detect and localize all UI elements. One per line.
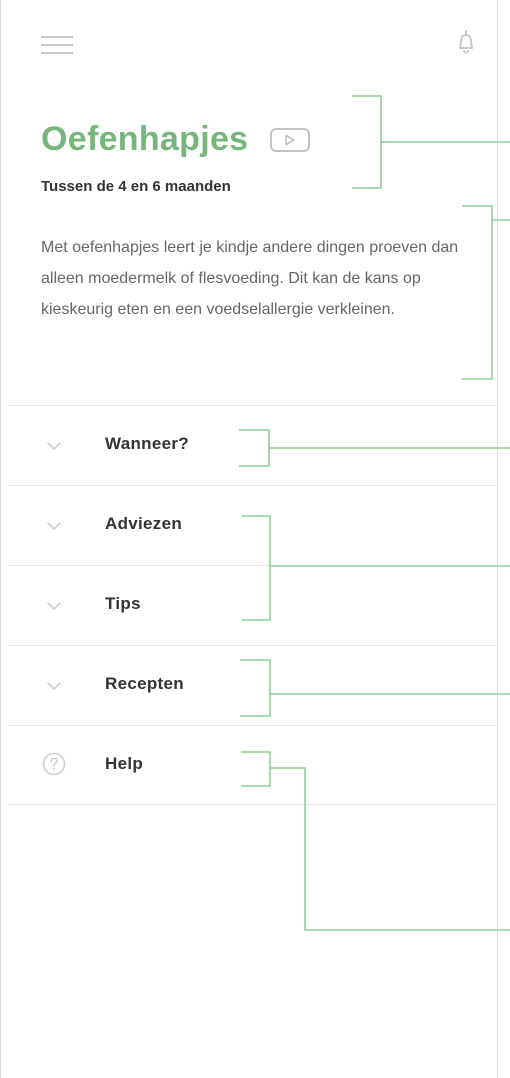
- play-video-button[interactable]: [270, 127, 311, 152]
- chevron-down-icon: [47, 442, 61, 450]
- accordion-label: Tips: [105, 594, 141, 613]
- title-row: Oefenhapjes: [41, 120, 311, 159]
- page-subtitle: Tussen de 4 en 6 maanden: [41, 178, 231, 195]
- app-screen: Oefenhapjes Tussen de 4 en 6 maanden Met…: [0, 0, 499, 1078]
- accordion-item-tips[interactable]: Tips: [9, 565, 499, 645]
- intro-text: Met oefenhapjes leert je kindje andere d…: [41, 239, 459, 318]
- help-icon: [42, 752, 66, 776]
- accordion-item-adviezen[interactable]: Adviezen: [9, 485, 499, 565]
- chevron-down-icon: [47, 602, 61, 610]
- accordion-label: Recepten: [105, 674, 184, 693]
- hamburger-icon[interactable]: [41, 36, 73, 56]
- chevron-down-icon: [47, 682, 61, 690]
- play-icon: [285, 134, 296, 145]
- accordion-item-recepten[interactable]: Recepten: [9, 645, 499, 725]
- accordion-label: Help: [105, 754, 144, 773]
- bell-icon[interactable]: [454, 28, 478, 58]
- accordion-menu: Wanneer? Adviezen Tips Recepten Help: [9, 405, 499, 805]
- chevron-down-icon: [47, 522, 61, 530]
- page-title: Oefenhapjes: [41, 120, 249, 158]
- accordion-item-wanneer[interactable]: Wanneer?: [9, 405, 499, 485]
- accordion-label: Wanneer?: [105, 434, 189, 453]
- accordion-label: Adviezen: [105, 514, 183, 533]
- accordion-item-help[interactable]: Help: [9, 725, 499, 805]
